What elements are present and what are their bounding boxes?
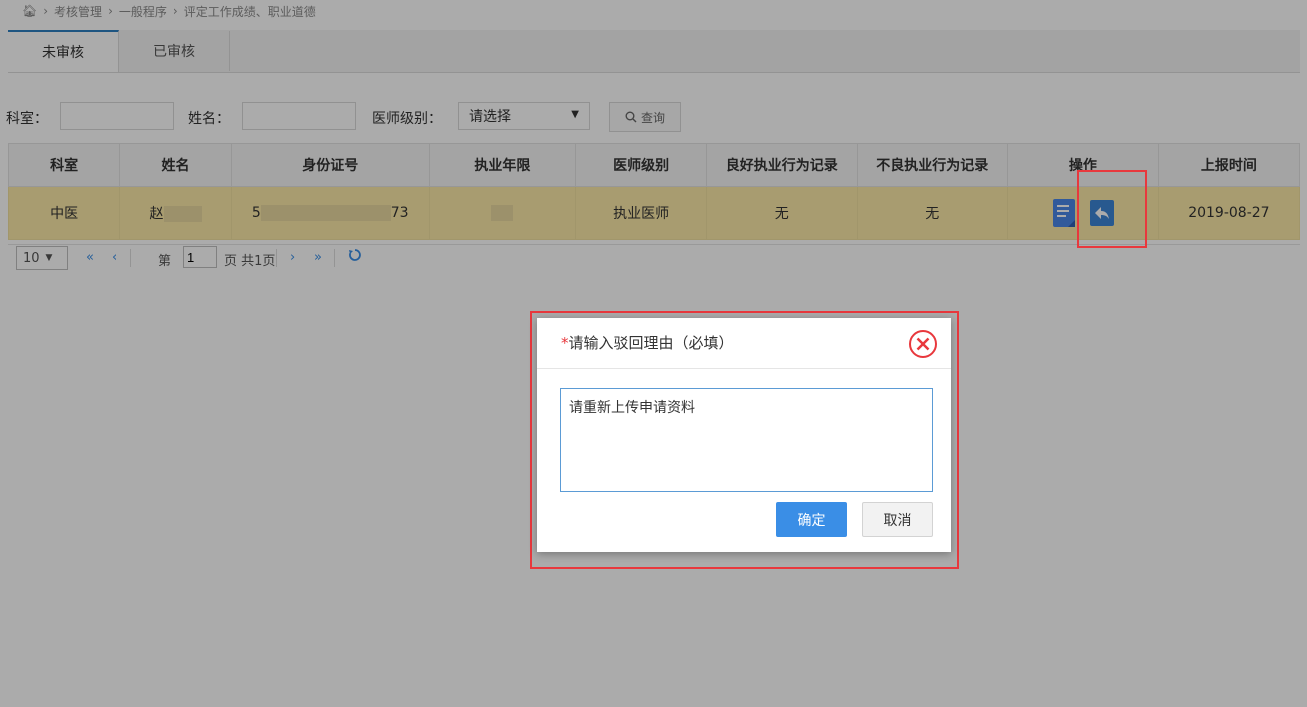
dialog-title-text: 请输入驳回理由（必填） [568,334,734,352]
dialog-title: *请输入驳回理由（必填） [561,332,734,353]
cancel-button[interactable]: 取消 [862,502,933,537]
page: 🏠︎ › 考核管理 › 一般程序 › 评定工作成绩、职业道德 未审核 已审核 科… [0,0,1307,707]
close-circle-icon[interactable] [907,328,939,360]
confirm-button[interactable]: 确定 [776,502,847,537]
annotation-box-reply [1077,170,1147,248]
reject-reason-textarea[interactable]: 请重新上传申请资料 [560,388,933,492]
dialog-divider [537,368,951,369]
reject-dialog: *请输入驳回理由（必填） 请重新上传申请资料 确定 取消 [537,318,951,552]
required-mark: * [561,334,569,352]
